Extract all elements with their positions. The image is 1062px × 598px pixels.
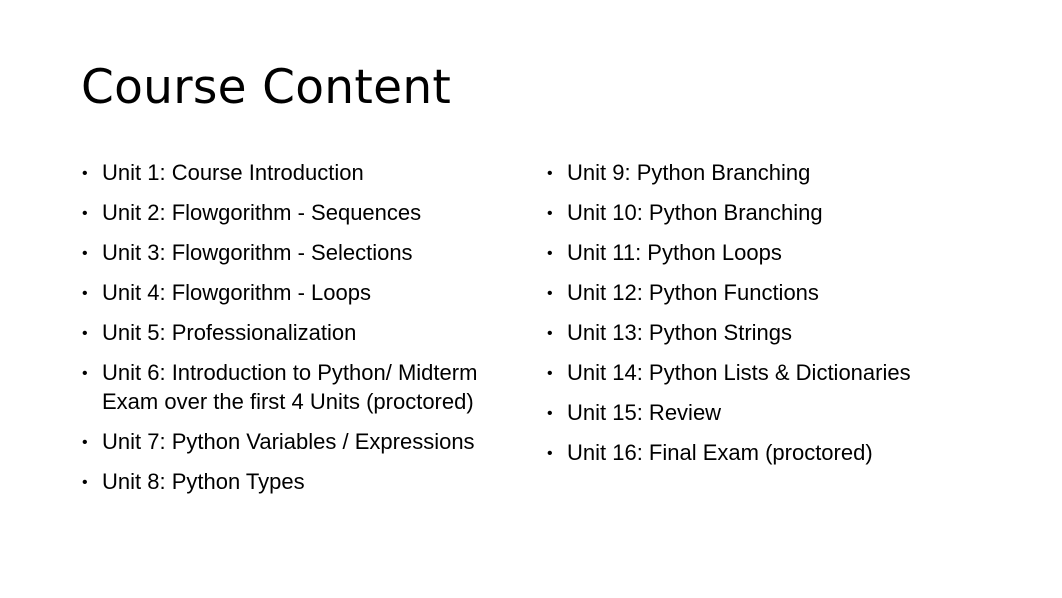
- bullet-icon: •: [82, 474, 88, 491]
- bullet-icon: •: [547, 205, 553, 222]
- slide-title: Course Content: [81, 60, 452, 115]
- unit-label: Unit 11: Python Loops: [567, 240, 782, 265]
- bullet-icon: •: [82, 285, 88, 302]
- list-item: • Unit 6: Introduction to Python/ Midterm…: [80, 358, 520, 416]
- unit-label: Unit 13: Python Strings: [567, 320, 793, 345]
- list-item: • Unit 11: Python Loops: [545, 238, 965, 267]
- unit-label: Unit 10: Python Branching: [567, 200, 823, 225]
- unit-label: Unit 9: Python Branching: [567, 160, 811, 185]
- list-item: • Unit 8: Python Types: [80, 467, 520, 496]
- unit-label: Unit 16: Final Exam (proctored): [567, 440, 873, 465]
- list-item: • Unit 10: Python Branching: [545, 198, 965, 227]
- bullet-icon: •: [82, 205, 88, 222]
- bullet-icon: •: [547, 165, 553, 182]
- bullet-icon: •: [547, 365, 553, 382]
- unit-label: Unit 7: Python Variables / Expressions: [102, 429, 475, 454]
- bullet-icon: •: [82, 245, 88, 262]
- unit-label: Unit 14: Python Lists & Dictionaries: [567, 360, 911, 385]
- list-item: • Unit 2: Flowgorithm - Sequences: [80, 198, 520, 227]
- bullet-icon: •: [82, 165, 88, 182]
- list-item: • Unit 3: Flowgorithm - Selections: [80, 238, 520, 267]
- list-item: • Unit 12: Python Functions: [545, 278, 965, 307]
- list-item: • Unit 9: Python Branching: [545, 158, 965, 187]
- bullet-icon: •: [547, 445, 553, 462]
- list-item: • Unit 13: Python Strings: [545, 318, 965, 347]
- bullet-icon: •: [547, 285, 553, 302]
- list-item: • Unit 14: Python Lists & Dictionaries: [545, 358, 965, 387]
- right-unit-list: • Unit 9: Python Branching • Unit 10: Pyth…: [545, 158, 965, 478]
- bullet-icon: •: [547, 245, 553, 262]
- unit-label: Unit 2: Flowgorithm - Sequences: [102, 200, 422, 225]
- bullet-icon: •: [547, 325, 553, 342]
- list-item: • Unit 5: Professionalization: [80, 318, 520, 347]
- unit-label: Unit 8: Python Types: [102, 469, 305, 494]
- bullet-icon: •: [82, 365, 88, 382]
- unit-label: Unit 12: Python Functions: [567, 280, 819, 305]
- unit-label: Unit 15: Review: [567, 400, 722, 425]
- list-item: • Unit 15: Review: [545, 398, 965, 427]
- bullet-icon: •: [82, 325, 88, 342]
- unit-label: Unit 1: Course Introduction: [102, 160, 364, 185]
- left-unit-list: • Unit 1: Course Introduction • Unit 2: Fl…: [80, 158, 520, 507]
- list-item: • Unit 7: Python Variables / Expressions: [80, 427, 520, 456]
- bullet-icon: •: [547, 405, 553, 422]
- list-item: • Unit 4: Flowgorithm - Loops: [80, 278, 520, 307]
- unit-label: Unit 6: Introduction to Python/ Midterm …: [102, 360, 478, 414]
- list-item: • Unit 1: Course Introduction: [80, 158, 520, 187]
- list-item: • Unit 16: Final Exam (proctored): [545, 438, 965, 467]
- unit-label: Unit 4: Flowgorithm - Loops: [102, 280, 371, 305]
- bullet-icon: •: [82, 434, 88, 451]
- unit-label: Unit 3: Flowgorithm - Selections: [102, 240, 413, 265]
- unit-label: Unit 5: Professionalization: [102, 320, 357, 345]
